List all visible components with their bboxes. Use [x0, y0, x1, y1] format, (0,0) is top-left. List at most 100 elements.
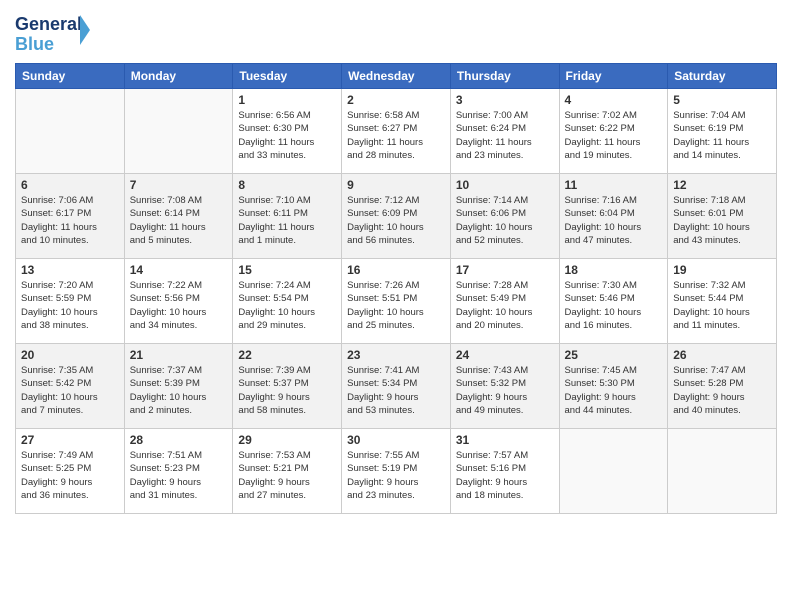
- day-number: 14: [130, 263, 228, 277]
- day-cell-27: 27Sunrise: 7:49 AM Sunset: 5:25 PM Dayli…: [16, 429, 125, 514]
- day-number: 31: [456, 433, 554, 447]
- day-cell-9: 9Sunrise: 7:12 AM Sunset: 6:09 PM Daylig…: [342, 174, 451, 259]
- day-cell-1: 1Sunrise: 6:56 AM Sunset: 6:30 PM Daylig…: [233, 89, 342, 174]
- day-number: 19: [673, 263, 771, 277]
- day-cell-13: 13 Sunrise: 7:20 AM Sunset: 5:59 PM Dayli…: [16, 259, 125, 344]
- week-row-1: 1Sunrise: 6:56 AM Sunset: 6:30 PM Daylig…: [16, 89, 777, 174]
- day-cell-12: 12 Sunrise: 7:18 AM Sunset: 6:01 PM Dayli…: [668, 174, 777, 259]
- weekday-header-saturday: Saturday: [668, 64, 777, 89]
- day-cell-4: 4 Sunrise: 7:02 AM Sunset: 6:22 PM Daylig…: [559, 89, 668, 174]
- day-info: Sunrise: 7:10 AM Sunset: 6:11 PM Dayligh…: [238, 194, 336, 247]
- day-cell-22: 22 Sunrise: 7:39 AM Sunset: 5:37 PM Dayli…: [233, 344, 342, 429]
- day-cell-18: 18 Sunrise: 7:30 AM Sunset: 5:46 PM Dayli…: [559, 259, 668, 344]
- day-cell-15: 15 Sunrise: 7:24 AM Sunset: 5:54 PM Dayli…: [233, 259, 342, 344]
- day-info: Sunrise: 7:06 AM Sunset: 6:17 PM Dayligh…: [21, 194, 119, 247]
- day-number: 18: [565, 263, 663, 277]
- day-number: 25: [565, 348, 663, 362]
- day-info: Sunrise: 7:35 AM Sunset: 5:42 PM Dayligh…: [21, 364, 119, 417]
- day-cell-2: 2Sunrise: 6:58 AM Sunset: 6:27 PM Daylig…: [342, 89, 451, 174]
- day-info: Sunrise: 7:24 AM Sunset: 5:54 PM Dayligh…: [238, 279, 336, 332]
- day-number: 22: [238, 348, 336, 362]
- day-info: Sunrise: 7:57 AM Sunset: 5:16 PM Dayligh…: [456, 449, 554, 502]
- day-info: Sunrise: 7:04 AM Sunset: 6:19 PM Dayligh…: [673, 109, 771, 162]
- day-info: Sunrise: 7:39 AM Sunset: 5:37 PM Dayligh…: [238, 364, 336, 417]
- weekday-header-sunday: Sunday: [16, 64, 125, 89]
- day-cell-30: 30 Sunrise: 7:55 AM Sunset: 5:19 PM Dayli…: [342, 429, 451, 514]
- day-cell-31: 31 Sunrise: 7:57 AM Sunset: 5:16 PM Dayli…: [450, 429, 559, 514]
- day-number: 16: [347, 263, 445, 277]
- week-row-3: 13 Sunrise: 7:20 AM Sunset: 5:59 PM Dayli…: [16, 259, 777, 344]
- day-cell-14: 14Sunrise: 7:22 AM Sunset: 5:56 PM Dayli…: [124, 259, 233, 344]
- day-info: Sunrise: 7:02 AM Sunset: 6:22 PM Dayligh…: [565, 109, 663, 162]
- day-number: 10: [456, 178, 554, 192]
- day-info: Sunrise: 7:47 AM Sunset: 5:28 PM Dayligh…: [673, 364, 771, 417]
- day-info: Sunrise: 7:30 AM Sunset: 5:46 PM Dayligh…: [565, 279, 663, 332]
- day-number: 17: [456, 263, 554, 277]
- day-cell-8: 8 Sunrise: 7:10 AM Sunset: 6:11 PM Daylig…: [233, 174, 342, 259]
- day-number: 27: [21, 433, 119, 447]
- day-info: Sunrise: 7:20 AM Sunset: 5:59 PM Dayligh…: [21, 279, 119, 332]
- day-cell-28: 28 Sunrise: 7:51 AM Sunset: 5:23 PM Dayli…: [124, 429, 233, 514]
- calendar-table: SundayMondayTuesdayWednesdayThursdayFrid…: [15, 63, 777, 514]
- day-info: Sunrise: 7:08 AM Sunset: 6:14 PM Dayligh…: [130, 194, 228, 247]
- day-number: 24: [456, 348, 554, 362]
- weekday-header-friday: Friday: [559, 64, 668, 89]
- day-number: 21: [130, 348, 228, 362]
- week-row-5: 27Sunrise: 7:49 AM Sunset: 5:25 PM Dayli…: [16, 429, 777, 514]
- day-number: 4: [565, 93, 663, 107]
- day-cell-10: 10Sunrise: 7:14 AM Sunset: 6:06 PM Dayli…: [450, 174, 559, 259]
- day-info: Sunrise: 7:18 AM Sunset: 6:01 PM Dayligh…: [673, 194, 771, 247]
- day-number: 8: [238, 178, 336, 192]
- day-number: 28: [130, 433, 228, 447]
- day-number: 2: [347, 93, 445, 107]
- day-number: 6: [21, 178, 119, 192]
- week-row-4: 20Sunrise: 7:35 AM Sunset: 5:42 PM Dayli…: [16, 344, 777, 429]
- day-number: 30: [347, 433, 445, 447]
- day-cell-24: 24 Sunrise: 7:43 AM Sunset: 5:32 PM Dayli…: [450, 344, 559, 429]
- weekday-header-tuesday: Tuesday: [233, 64, 342, 89]
- day-info: Sunrise: 7:37 AM Sunset: 5:39 PM Dayligh…: [130, 364, 228, 417]
- calendar-container: GeneralBlue SundayMondayTuesdayWednesday…: [0, 0, 792, 612]
- day-cell-16: 16Sunrise: 7:26 AM Sunset: 5:51 PM Dayli…: [342, 259, 451, 344]
- day-number: 12: [673, 178, 771, 192]
- empty-cell: [668, 429, 777, 514]
- weekday-header-thursday: Thursday: [450, 64, 559, 89]
- day-cell-25: 25Sunrise: 7:45 AM Sunset: 5:30 PM Dayli…: [559, 344, 668, 429]
- weekday-header-row: SundayMondayTuesdayWednesdayThursdayFrid…: [16, 64, 777, 89]
- day-info: Sunrise: 7:53 AM Sunset: 5:21 PM Dayligh…: [238, 449, 336, 502]
- svg-text:Blue: Blue: [15, 34, 54, 54]
- empty-cell: [16, 89, 125, 174]
- day-info: Sunrise: 7:16 AM Sunset: 6:04 PM Dayligh…: [565, 194, 663, 247]
- header: GeneralBlue: [15, 10, 777, 55]
- day-cell-5: 5 Sunrise: 7:04 AM Sunset: 6:19 PM Daylig…: [668, 89, 777, 174]
- day-info: Sunrise: 7:55 AM Sunset: 5:19 PM Dayligh…: [347, 449, 445, 502]
- week-row-2: 6 Sunrise: 7:06 AM Sunset: 6:17 PM Daylig…: [16, 174, 777, 259]
- logo-svg: GeneralBlue: [15, 10, 95, 55]
- day-cell-20: 20Sunrise: 7:35 AM Sunset: 5:42 PM Dayli…: [16, 344, 125, 429]
- day-cell-7: 7Sunrise: 7:08 AM Sunset: 6:14 PM Daylig…: [124, 174, 233, 259]
- day-info: Sunrise: 7:51 AM Sunset: 5:23 PM Dayligh…: [130, 449, 228, 502]
- day-cell-26: 26 Sunrise: 7:47 AM Sunset: 5:28 PM Dayli…: [668, 344, 777, 429]
- day-number: 23: [347, 348, 445, 362]
- day-info: Sunrise: 7:32 AM Sunset: 5:44 PM Dayligh…: [673, 279, 771, 332]
- weekday-header-wednesday: Wednesday: [342, 64, 451, 89]
- day-info: Sunrise: 7:00 AM Sunset: 6:24 PM Dayligh…: [456, 109, 554, 162]
- day-info: Sunrise: 7:28 AM Sunset: 5:49 PM Dayligh…: [456, 279, 554, 332]
- day-number: 9: [347, 178, 445, 192]
- day-info: Sunrise: 7:43 AM Sunset: 5:32 PM Dayligh…: [456, 364, 554, 417]
- day-number: 5: [673, 93, 771, 107]
- day-number: 3: [456, 93, 554, 107]
- day-number: 13: [21, 263, 119, 277]
- weekday-header-monday: Monday: [124, 64, 233, 89]
- day-cell-3: 3 Sunrise: 7:00 AM Sunset: 6:24 PM Daylig…: [450, 89, 559, 174]
- day-info: Sunrise: 7:41 AM Sunset: 5:34 PM Dayligh…: [347, 364, 445, 417]
- day-cell-21: 21 Sunrise: 7:37 AM Sunset: 5:39 PM Dayli…: [124, 344, 233, 429]
- day-number: 15: [238, 263, 336, 277]
- day-cell-23: 23 Sunrise: 7:41 AM Sunset: 5:34 PM Dayli…: [342, 344, 451, 429]
- empty-cell: [559, 429, 668, 514]
- day-info: Sunrise: 6:56 AM Sunset: 6:30 PM Dayligh…: [238, 109, 336, 162]
- day-cell-29: 29 Sunrise: 7:53 AM Sunset: 5:21 PM Dayli…: [233, 429, 342, 514]
- day-number: 29: [238, 433, 336, 447]
- day-number: 26: [673, 348, 771, 362]
- day-cell-6: 6 Sunrise: 7:06 AM Sunset: 6:17 PM Daylig…: [16, 174, 125, 259]
